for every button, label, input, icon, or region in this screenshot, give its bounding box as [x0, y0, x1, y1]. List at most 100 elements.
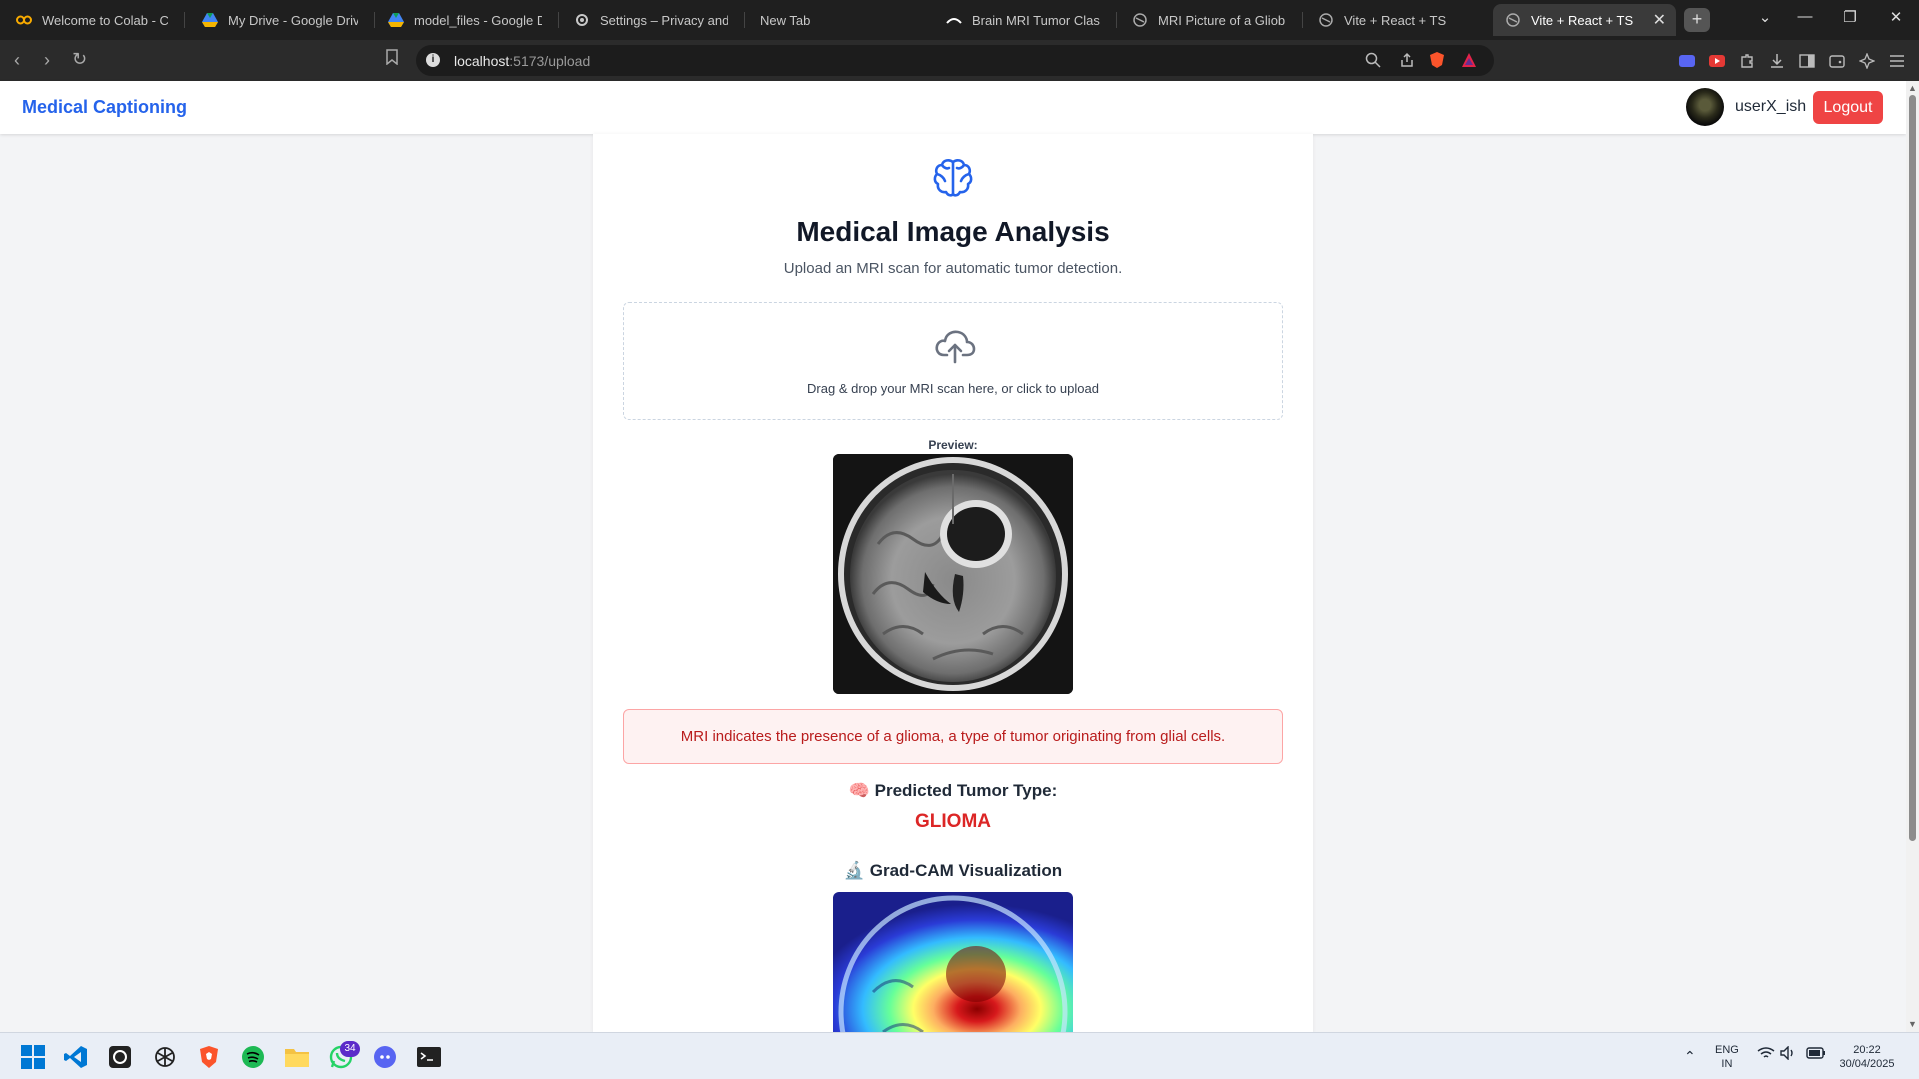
- prediction-value: GLIOMA: [915, 811, 991, 832]
- globe-icon: [1505, 12, 1521, 28]
- spotify-icon[interactable]: [239, 1043, 267, 1071]
- url-field[interactable]: i localhost:5173/upload: [416, 45, 1494, 76]
- minimize-icon[interactable]: —: [1795, 8, 1815, 25]
- cloud-upload-icon: [935, 330, 976, 364]
- chatgpt-icon[interactable]: [151, 1043, 179, 1071]
- page-subtitle: Upload an MRI scan for automatic tumor d…: [783, 260, 1123, 277]
- tab-title: Brain MRI Tumor Classifier: [972, 12, 1100, 28]
- browser-address-bar: ‹ › ↻ i localhost:5173/upload: [0, 40, 1919, 81]
- leo-ai-icon[interactable]: [1858, 52, 1876, 70]
- windows-taskbar: 34 ⌃ ENG IN 20:22 30/04/2025: [0, 1032, 1919, 1079]
- forward-icon[interactable]: ›: [44, 50, 50, 71]
- tab-title: Vite + React + TS: [1344, 12, 1447, 28]
- settings-icon: [574, 12, 590, 28]
- site-info-icon[interactable]: i: [426, 53, 440, 67]
- region-code: IN: [1721, 1058, 1733, 1070]
- tab-divider: [184, 12, 185, 28]
- scroll-up-icon[interactable]: ▲: [1908, 83, 1917, 93]
- upload-dropzone[interactable]: Drag & drop your MRI scan here, or click…: [623, 302, 1283, 420]
- bookmark-icon[interactable]: [385, 49, 399, 70]
- colab-icon: [16, 12, 32, 28]
- tab-model-files[interactable]: model_files - Google Drive: [376, 4, 554, 36]
- youtube-extension-icon[interactable]: [1708, 52, 1726, 70]
- github-icon[interactable]: [106, 1043, 134, 1071]
- drive-icon: [202, 12, 218, 28]
- brave-rewards-icon[interactable]: [1460, 51, 1478, 69]
- tab-divider: [744, 12, 745, 28]
- close-tab-icon[interactable]: ✕: [1653, 10, 1666, 30]
- extension-icon[interactable]: [1678, 52, 1696, 70]
- scroll-down-icon[interactable]: ▼: [1908, 1019, 1917, 1029]
- brand-logo-text[interactable]: Medical Captioning: [22, 97, 187, 118]
- url-text: localhost:5173/upload: [454, 53, 591, 69]
- diagnosis-alert: MRI indicates the presence of a glioma, …: [623, 709, 1283, 764]
- share-icon[interactable]: [1398, 51, 1416, 69]
- tab-title: Welcome to Colab - Colab: [42, 12, 168, 28]
- terminal-icon[interactable]: [415, 1043, 443, 1071]
- hf-icon: [946, 12, 962, 28]
- app-navbar: Medical Captioning userX_ish Logout: [0, 81, 1906, 134]
- dropzone-instructions: Drag & drop your MRI scan here, or click…: [807, 381, 1099, 396]
- whatsapp-notification-badge: 34: [340, 1041, 360, 1057]
- brave-shields-icon[interactable]: [1428, 51, 1446, 69]
- tab-mri-picture[interactable]: MRI Picture of a Glioblastoma: [1120, 4, 1298, 36]
- tab-brain-mri-classifier[interactable]: Brain MRI Tumor Classifier: [934, 4, 1112, 36]
- tab-search-chevron-icon[interactable]: ⌄: [1755, 8, 1775, 26]
- tab-title: New Tab: [760, 12, 811, 28]
- tab-new-tab[interactable]: New Tab: [748, 4, 928, 36]
- back-icon[interactable]: ‹: [14, 50, 20, 71]
- avatar[interactable]: [1686, 88, 1724, 126]
- tab-my-drive[interactable]: My Drive - Google Drive: [190, 4, 370, 36]
- tab-settings[interactable]: Settings – Privacy and security: [562, 4, 740, 36]
- scrollbar-thumb[interactable]: [1909, 95, 1916, 841]
- sidebar-icon[interactable]: [1798, 52, 1816, 70]
- wifi-icon[interactable]: [1757, 1046, 1775, 1063]
- puzzle-icon[interactable]: [1738, 52, 1756, 70]
- globe-icon: [1132, 12, 1148, 28]
- vscode-icon[interactable]: [62, 1043, 90, 1071]
- input-language-indicator[interactable]: ENG IN: [1715, 1043, 1739, 1071]
- volume-icon[interactable]: [1780, 1045, 1796, 1063]
- battery-icon[interactable]: [1806, 1047, 1826, 1062]
- browser-tab-bar: Welcome to Colab - Colab My Drive - Goog…: [0, 0, 1919, 40]
- clock-time: 20:22: [1853, 1044, 1881, 1056]
- menu-icon[interactable]: [1888, 52, 1906, 70]
- windows-start-icon[interactable]: [19, 1043, 47, 1071]
- close-window-icon[interactable]: ✕: [1886, 8, 1906, 26]
- tab-title: MRI Picture of a Glioblastoma: [1158, 12, 1286, 28]
- restore-icon[interactable]: ❐: [1840, 8, 1860, 26]
- tab-vite-react-active[interactable]: Vite + React + TS ✕: [1493, 4, 1676, 36]
- prediction-label: 🧠 Predicted Tumor Type:: [848, 781, 1058, 800]
- tab-title: Vite + React + TS: [1531, 12, 1634, 28]
- logout-button[interactable]: Logout: [1813, 91, 1883, 124]
- preview-label: Preview:: [928, 438, 978, 452]
- analysis-card: Medical Image Analysis Upload an MRI sca…: [593, 134, 1313, 1042]
- wallet-icon[interactable]: [1828, 52, 1846, 70]
- new-tab-button[interactable]: +: [1684, 8, 1710, 32]
- brave-icon[interactable]: [195, 1043, 223, 1071]
- page-scrollbar[interactable]: ▲ ▼: [1906, 81, 1919, 1032]
- clock-date: 30/04/2025: [1839, 1058, 1895, 1070]
- mri-preview-image: [833, 454, 1073, 694]
- gradcam-label: 🔬 Grad-CAM Visualization: [843, 861, 1063, 880]
- brain-icon: [933, 159, 973, 197]
- tab-colab[interactable]: Welcome to Colab - Colab: [4, 4, 180, 36]
- discord-icon[interactable]: [371, 1043, 399, 1071]
- lang-code: ENG: [1715, 1044, 1739, 1056]
- show-hidden-icons-chevron-icon[interactable]: ⌃: [1684, 1048, 1696, 1065]
- tab-divider: [1302, 12, 1303, 28]
- download-icon[interactable]: [1768, 52, 1786, 70]
- tab-title: model_files - Google Drive: [414, 12, 542, 28]
- username: userX_ish: [1735, 98, 1807, 115]
- zoom-icon[interactable]: [1364, 51, 1382, 69]
- tab-divider: [558, 12, 559, 28]
- reload-icon[interactable]: ↻: [72, 49, 87, 70]
- system-clock[interactable]: 20:22 30/04/2025: [1832, 1043, 1902, 1071]
- page-title: Medical Image Analysis: [796, 216, 1110, 247]
- globe-icon: [1318, 12, 1334, 28]
- tab-vite-react[interactable]: Vite + React + TS: [1306, 4, 1484, 36]
- drive-icon: [388, 12, 404, 28]
- tab-divider: [1116, 12, 1117, 28]
- tab-title: Settings – Privacy and security: [600, 12, 728, 28]
- file-explorer-icon[interactable]: [283, 1043, 311, 1071]
